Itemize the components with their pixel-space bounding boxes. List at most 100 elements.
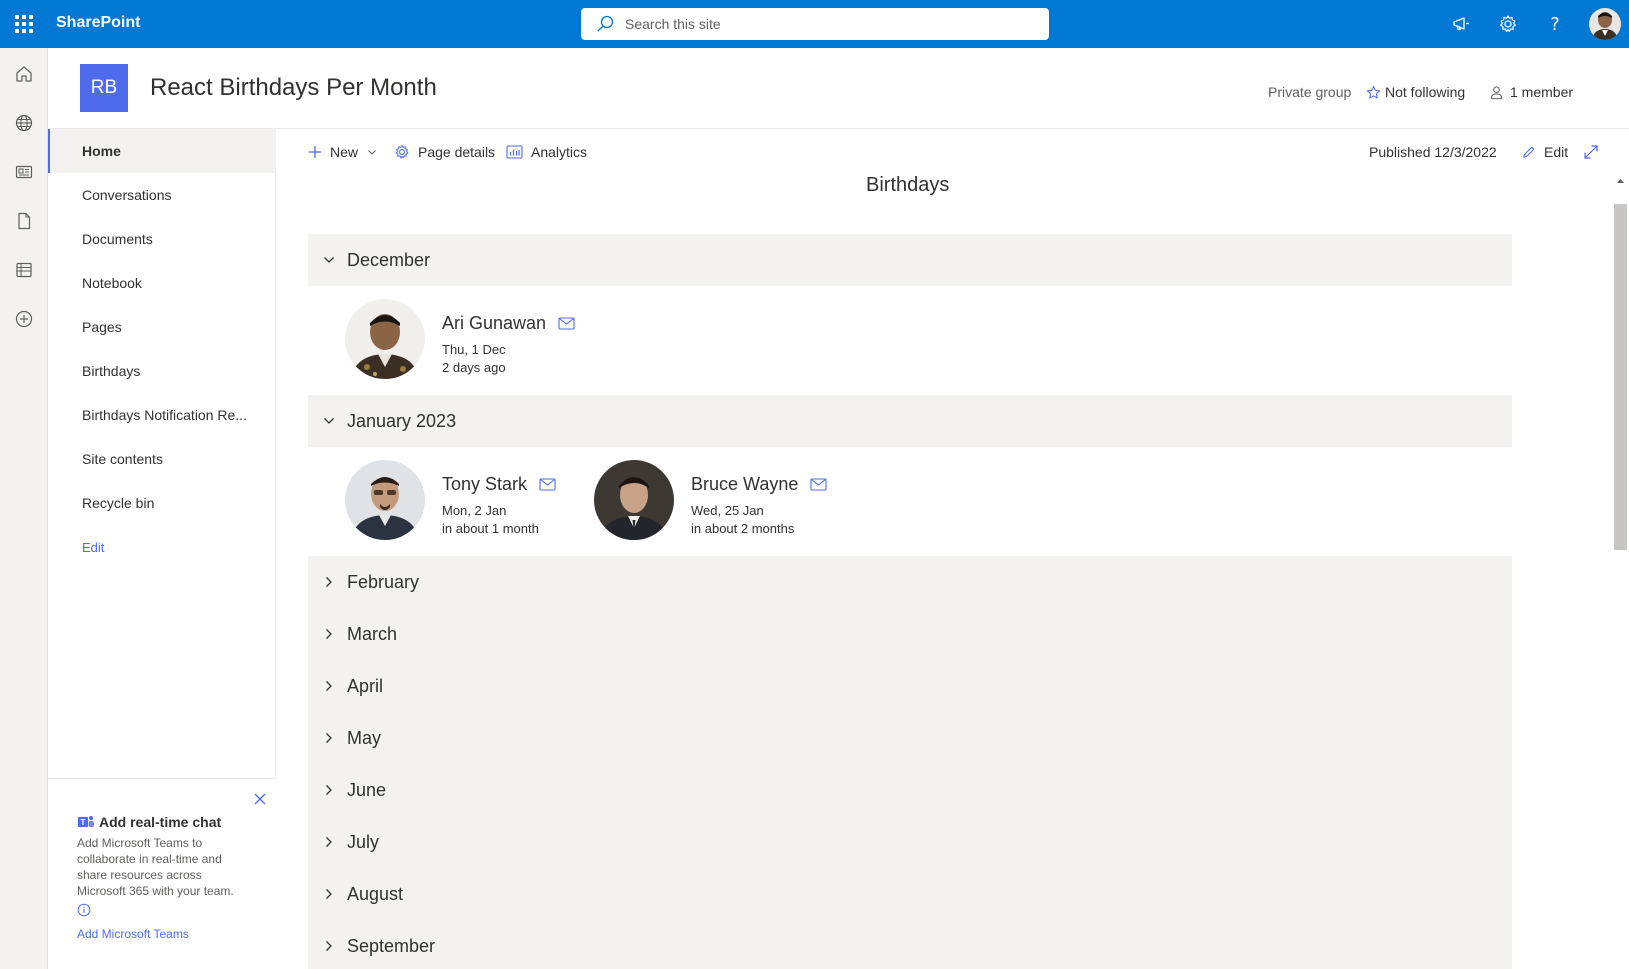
gear-icon	[395, 145, 409, 159]
edit-label: Edit	[1544, 144, 1569, 160]
group-header-december[interactable]: December	[308, 234, 1512, 286]
nav-item-recycle-bin[interactable]: Recycle bin	[48, 481, 276, 525]
new-button[interactable]: New	[308, 140, 377, 164]
mail-icon[interactable]	[810, 478, 827, 491]
chevron-right-icon	[321, 782, 337, 798]
chevron-right-icon	[321, 678, 337, 694]
group-month-label: July	[347, 831, 380, 852]
group-header-march[interactable]: March	[308, 608, 1512, 660]
person-birthday-date: Thu, 1 Dec	[442, 342, 506, 357]
app-launcher-icon[interactable]	[0, 0, 48, 48]
nav-item-label: Conversations	[82, 187, 172, 203]
person-info: Tony Stark Mon, 2 Jan in about 1 month	[442, 460, 556, 540]
edit-page-button[interactable]: Edit	[1521, 140, 1568, 164]
chevron-right-icon	[321, 730, 337, 746]
group-month-label: June	[347, 779, 387, 800]
nav-item-label: Birthdays Notification Re...	[82, 407, 247, 423]
user-avatar[interactable]	[1589, 8, 1621, 40]
group-header-april[interactable]: April	[308, 660, 1512, 712]
app-bar	[0, 48, 48, 969]
nav-item-label: Pages	[82, 319, 122, 335]
analytics-button[interactable]: Analytics	[506, 140, 587, 164]
group-header-september[interactable]: September	[308, 920, 1512, 969]
mail-icon[interactable]	[539, 478, 556, 491]
nav-edit-label: Edit	[82, 539, 105, 555]
nav-item-birthdays[interactable]: Birthdays	[48, 349, 276, 393]
nav-item-documents[interactable]: Documents	[48, 217, 276, 261]
group-header-january-2023[interactable]: January 2023	[308, 395, 1512, 447]
help-icon[interactable]: ?	[1543, 12, 1567, 36]
teams-card-title-text: Add real-time chat	[99, 814, 222, 830]
search-input[interactable]	[625, 16, 1025, 32]
group-header-may[interactable]: May	[308, 712, 1512, 764]
nav-item-conversations[interactable]: Conversations	[48, 173, 276, 217]
nav-item-label: Site contents	[82, 451, 163, 467]
group-header-february[interactable]: February	[308, 556, 1512, 608]
chevron-right-icon	[321, 626, 337, 642]
file-icon[interactable]	[12, 209, 36, 233]
site-logo[interactable]: RB	[80, 64, 128, 112]
person-photo	[594, 460, 674, 540]
settings-gear-icon[interactable]	[1496, 12, 1520, 36]
mail-icon[interactable]	[558, 317, 575, 330]
news-icon[interactable]	[12, 160, 36, 184]
person-name-text: Ari Gunawan	[442, 313, 547, 333]
globe-icon[interactable]	[12, 111, 36, 135]
home-icon[interactable]	[12, 62, 36, 86]
chevron-down-icon	[321, 413, 337, 429]
svg-text:T: T	[81, 818, 86, 827]
group-month-label: February	[347, 571, 420, 592]
privacy-text: Private group	[1268, 84, 1352, 100]
nav-item-pages[interactable]: Pages	[48, 305, 276, 349]
group-header-july[interactable]: July	[308, 816, 1512, 868]
new-label: New	[330, 144, 359, 160]
nav-edit-link[interactable]: Edit	[48, 525, 276, 569]
nav-item-label: Recycle bin	[82, 495, 155, 511]
search-icon	[597, 15, 614, 32]
nav-item-birthdays-notification[interactable]: Birthdays Notification Re...	[48, 393, 276, 437]
add-circle-icon[interactable]	[12, 307, 36, 331]
site-title[interactable]: React Birthdays Per Month	[150, 74, 437, 102]
group-month-label: December	[347, 249, 431, 270]
chevron-right-icon	[321, 886, 337, 902]
plus-icon	[309, 146, 321, 158]
person-birthday-date: Wed, 25 Jan	[691, 503, 764, 518]
group-month-label: January 2023	[347, 410, 457, 431]
person-card: Ari Gunawan Thu, 1 Dec 2 days ago	[345, 299, 575, 379]
members-button[interactable]: 1 member	[1489, 84, 1573, 100]
chevron-right-icon	[321, 834, 337, 850]
header-divider	[48, 128, 1629, 129]
expand-icon[interactable]	[1583, 140, 1607, 164]
teams-icon: T	[78, 816, 94, 827]
add-teams-link[interactable]: Add Microsoft Teams	[77, 927, 189, 941]
info-icon[interactable]	[77, 903, 91, 917]
list-icon[interactable]	[12, 258, 36, 282]
star-icon	[1366, 85, 1381, 99]
nav-item-notebook[interactable]: Notebook	[48, 261, 276, 305]
search-box[interactable]	[581, 8, 1049, 40]
follow-label: Not following	[1385, 84, 1466, 100]
page-details-button[interactable]: Page details	[394, 140, 495, 164]
follow-button[interactable]: Not following	[1366, 84, 1465, 100]
person-name-text: Tony Stark	[442, 474, 528, 494]
group-month-label: March	[347, 623, 398, 644]
person-relative-date: in about 1 month	[442, 521, 539, 536]
nav-item-site-contents[interactable]: Site contents	[48, 437, 276, 481]
scroll-up-arrow-icon[interactable]	[1614, 174, 1627, 186]
published-label: Published 12/3/2022	[1369, 144, 1497, 160]
chevron-right-icon	[321, 574, 337, 590]
analytics-label: Analytics	[531, 144, 588, 160]
nav-item-home[interactable]: Home	[48, 129, 276, 173]
group-header-june[interactable]: June	[308, 764, 1512, 816]
chevron-down-icon	[368, 150, 376, 155]
megaphone-icon[interactable]	[1449, 12, 1473, 36]
nav-item-label: Home	[82, 143, 121, 159]
close-icon[interactable]	[252, 791, 268, 807]
person-card: Tony Stark Mon, 2 Jan in about 1 month	[345, 460, 556, 540]
brand-name[interactable]: SharePoint	[56, 14, 140, 32]
scrollbar-thumb[interactable]	[1614, 204, 1627, 550]
person-birthday-date: Mon, 2 Jan	[442, 503, 507, 518]
teams-promo-card: T Add real-time chat Add Microsoft Teams…	[48, 778, 276, 969]
person-name: Tony Stark	[442, 474, 556, 495]
group-header-august[interactable]: August	[308, 868, 1512, 920]
